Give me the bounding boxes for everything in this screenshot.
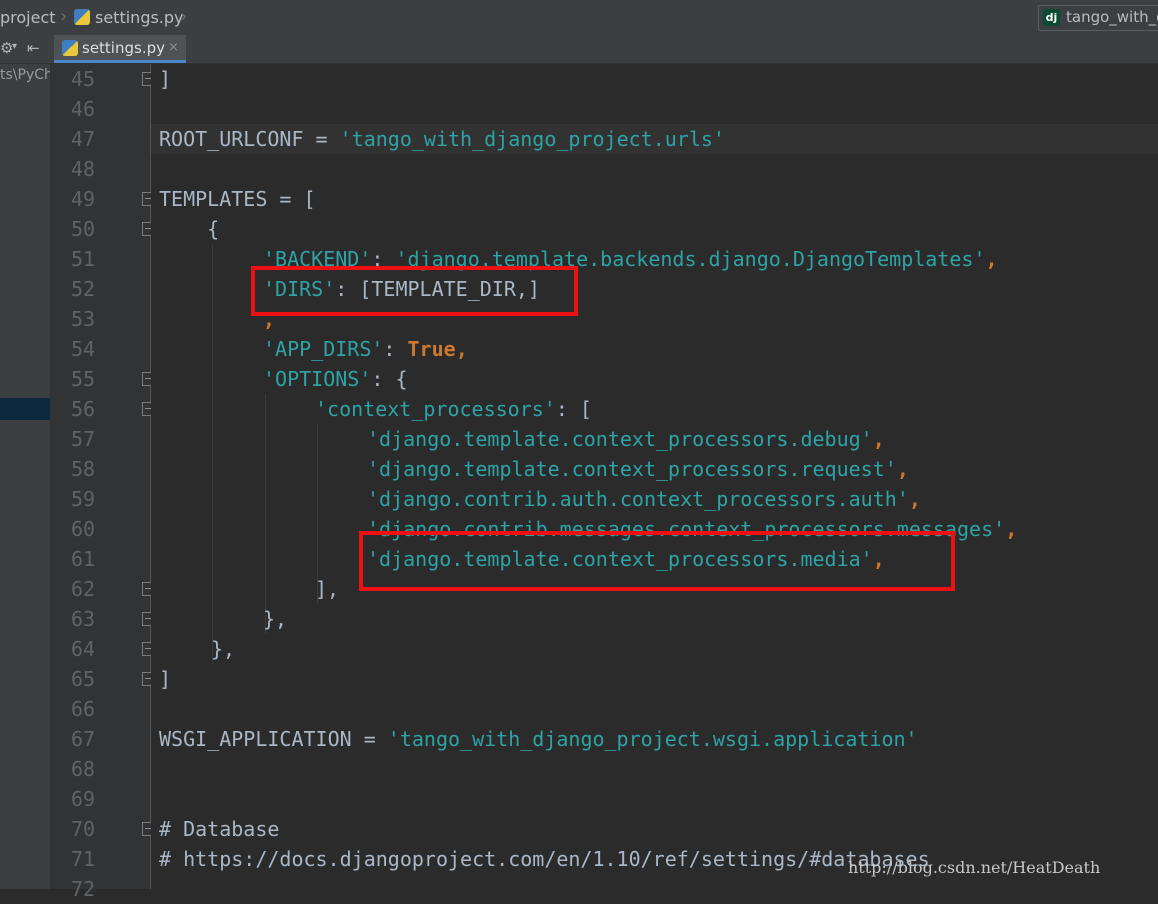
code-line-49: TEMPLATES = [ bbox=[159, 187, 316, 211]
line-number: 60 bbox=[71, 517, 96, 541]
python-file-icon bbox=[62, 40, 78, 56]
python-file-icon bbox=[74, 9, 90, 25]
code-line-65: ] bbox=[159, 667, 172, 691]
code-line-64: }, bbox=[211, 637, 236, 661]
project-panel: ts\PyCh bbox=[0, 64, 51, 889]
close-icon[interactable]: × bbox=[168, 40, 179, 55]
collapse-panel-icon[interactable]: ⇤ bbox=[27, 39, 40, 57]
code-line-55: 'OPTIONS': { bbox=[263, 367, 408, 391]
run-configuration-label: tango_with_django bbox=[1066, 8, 1158, 26]
code-line-58: 'django.template.context_processors.requ… bbox=[367, 457, 909, 481]
line-number: 55 bbox=[71, 367, 96, 391]
code-line-63: }, bbox=[263, 607, 288, 631]
line-number: 67 bbox=[71, 727, 96, 751]
watermark: http://blog.csdn.net/HeatDeath bbox=[848, 858, 1101, 877]
line-number: 57 bbox=[71, 427, 96, 451]
line-number: 50 bbox=[71, 217, 96, 241]
line-number: 71 bbox=[71, 847, 96, 871]
code-line-50: { bbox=[159, 217, 220, 241]
line-number: 66 bbox=[71, 697, 96, 721]
line-number: 63 bbox=[71, 607, 96, 631]
line-number: 51 bbox=[71, 247, 96, 271]
editor-tab-bar: ⚙ ▾ ⇤ settings.py × bbox=[0, 35, 1158, 64]
line-number: 65 bbox=[71, 667, 96, 691]
project-tree-selected-row[interactable] bbox=[0, 398, 50, 420]
dropdown-arrow-icon[interactable]: ▾ bbox=[12, 41, 17, 52]
chevron-right-icon: › bbox=[180, 6, 188, 27]
chevron-right-icon: › bbox=[60, 6, 68, 27]
highlight-box-media bbox=[359, 531, 955, 591]
line-number: 52 bbox=[71, 277, 96, 301]
line-number: 45 bbox=[71, 67, 96, 91]
run-configuration-selector[interactable]: dj tango_with_django bbox=[1038, 5, 1158, 31]
line-number: 69 bbox=[71, 787, 96, 811]
breadcrumb-file[interactable]: settings.py bbox=[95, 8, 184, 27]
line-number: 61 bbox=[71, 547, 96, 571]
code-line-70: # Database bbox=[159, 817, 280, 841]
line-number: 72 bbox=[71, 877, 96, 901]
indent-guide bbox=[212, 244, 213, 664]
line-number: 64 bbox=[71, 637, 96, 661]
line-number: 46 bbox=[71, 97, 96, 121]
line-number: 62 bbox=[71, 577, 96, 601]
line-number: 70 bbox=[71, 817, 96, 841]
code-line-67: WSGI_APPLICATION = 'tango_with_django_pr… bbox=[159, 727, 918, 751]
line-number: 59 bbox=[71, 487, 96, 511]
line-number: 49 bbox=[71, 187, 96, 211]
line-number: 47 bbox=[71, 127, 96, 151]
tab-label: settings.py bbox=[82, 39, 165, 57]
indent-guide bbox=[265, 394, 266, 634]
breadcrumb-project[interactable]: project bbox=[0, 8, 56, 27]
line-number: 53 bbox=[71, 307, 96, 331]
navigation-bar: project › settings.py › dj tango_with_dj… bbox=[0, 0, 1158, 36]
code-line-57: 'django.template.context_processors.debu… bbox=[367, 427, 885, 451]
django-icon: dj bbox=[1043, 9, 1060, 26]
highlight-box-dirs bbox=[251, 266, 578, 316]
code-line-71: # https://docs.djangoproject.com/en/1.10… bbox=[159, 847, 930, 871]
code-line-59: 'django.contrib.auth.context_processors.… bbox=[367, 487, 921, 511]
line-number: 48 bbox=[71, 157, 96, 181]
code-editor[interactable]: ] ROOT_URLCONF = 'tango_with_django_proj… bbox=[151, 64, 1158, 889]
code-line-56: 'context_processors': [ bbox=[315, 397, 592, 421]
code-line-45: ] bbox=[159, 67, 172, 91]
project-tool-icons: ⚙ ▾ ⇤ bbox=[0, 39, 50, 59]
line-number: 58 bbox=[71, 457, 96, 481]
line-number: 54 bbox=[71, 337, 96, 361]
tab-settings-py[interactable]: settings.py × bbox=[54, 35, 186, 63]
code-line-47: ROOT_URLCONF = 'tango_with_django_projec… bbox=[159, 127, 725, 151]
code-line-62: ], bbox=[315, 577, 340, 601]
line-number: 68 bbox=[71, 757, 96, 781]
line-number: 56 bbox=[71, 397, 96, 421]
project-tree-path[interactable]: ts\PyCh bbox=[0, 67, 50, 83]
code-line-54: 'APP_DIRS': True, bbox=[263, 337, 468, 361]
